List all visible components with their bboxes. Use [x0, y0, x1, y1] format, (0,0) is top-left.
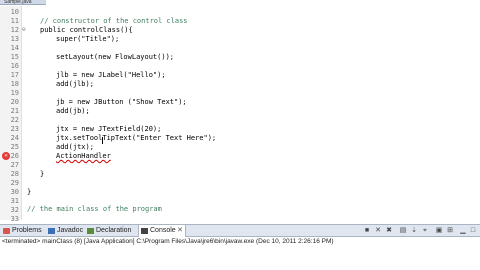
code-line[interactable]: jb = new JButton ("Show Text");	[56, 98, 187, 106]
tab-javadoc[interactable]: Javadoc	[46, 225, 84, 237]
display-console-icon[interactable]: ▣	[435, 227, 443, 235]
code-line-constructor[interactable]: public controlClass(){	[40, 26, 133, 34]
remove-launch-icon[interactable]: ✕	[374, 227, 382, 235]
tab-declaration[interactable]: Declaration	[85, 225, 137, 237]
line-number: 32	[10, 206, 19, 214]
line-number: 27	[10, 161, 19, 169]
problems-icon	[3, 228, 10, 234]
terminate-icon[interactable]: ■	[363, 227, 371, 235]
line-number: 31	[10, 197, 19, 205]
line-number: 16	[10, 62, 19, 70]
line-number: 10	[10, 8, 19, 16]
code-line[interactable]: }	[27, 188, 31, 196]
line-number: 19	[10, 89, 19, 97]
console-icon	[141, 228, 148, 234]
line-number: 21	[10, 107, 19, 115]
clear-console-icon[interactable]: ▤	[399, 227, 407, 235]
line-number: 20	[10, 98, 19, 106]
code-line[interactable]: }	[40, 170, 44, 178]
line-number: 29	[10, 179, 19, 187]
code-line[interactable]: jtx = new JTextField(20);	[56, 125, 161, 133]
open-console-icon[interactable]: ⊞	[446, 227, 454, 235]
line-number: 28	[10, 170, 19, 178]
pin-icon[interactable]: ⌖	[421, 227, 429, 235]
code-line[interactable]: add(jtx);	[56, 143, 94, 151]
line-number: 22	[10, 116, 19, 124]
console-status-text: <terminated> mainClass (8) [Java Applica…	[2, 238, 334, 245]
tab-problems[interactable]: Problems	[1, 225, 45, 237]
line-number: 13	[10, 35, 19, 43]
code-line-comment[interactable]: // the main class of the program	[27, 205, 162, 213]
declaration-icon	[87, 228, 94, 234]
code-line[interactable]: setLayout(new FlowLayout());	[56, 53, 174, 61]
line-number: 23	[10, 125, 19, 133]
scroll-lock-icon[interactable]: ⇣	[410, 227, 418, 235]
line-number: 18	[10, 80, 19, 88]
line-number: 12	[10, 26, 19, 34]
code-line[interactable]: jtx.setToolTipText("Enter Text Here");	[56, 134, 216, 142]
line-number: 33	[10, 215, 19, 223]
code-line-error[interactable]: ActionHandler	[56, 152, 111, 160]
code-line[interactable]: jlb = new JLabel("Hello");	[56, 71, 166, 79]
tab-label: Declaration	[96, 227, 132, 234]
line-number: 25	[10, 143, 19, 151]
code-line[interactable]: add(jb);	[56, 107, 90, 115]
line-number: 30	[10, 188, 19, 196]
close-icon[interactable]: ✕	[177, 225, 183, 237]
error-icon[interactable]: ✕	[2, 152, 10, 160]
maximize-icon[interactable]: □	[469, 227, 477, 235]
editor-tab[interactable]: Sample.java	[0, 0, 46, 5]
code-line[interactable]: add(jlb);	[56, 80, 94, 88]
minimize-icon[interactable]: ▁	[459, 227, 467, 235]
tab-label: Problems	[12, 227, 42, 234]
line-number: 17	[10, 71, 19, 79]
line-number: 15	[10, 53, 19, 61]
tab-console[interactable]: Console ✕	[138, 225, 186, 237]
javadoc-icon	[48, 228, 55, 234]
tab-label: Javadoc	[57, 227, 84, 234]
line-number: 11	[10, 17, 19, 25]
tab-label: Console	[150, 227, 176, 234]
panel-tab-bar: Problems Javadoc Declaration Console ✕ ■…	[0, 224, 480, 237]
fold-collapse-icon[interactable]: ⊖	[22, 26, 26, 34]
console-output[interactable]	[0, 246, 480, 270]
text-cursor	[102, 137, 103, 144]
line-number: 24	[10, 134, 19, 142]
remove-all-icon[interactable]: ✖	[385, 227, 393, 235]
code-line[interactable]: super("Title");	[56, 35, 119, 43]
line-number: 14	[10, 44, 19, 52]
code-line-comment[interactable]: // constructor of the control class	[40, 17, 188, 25]
